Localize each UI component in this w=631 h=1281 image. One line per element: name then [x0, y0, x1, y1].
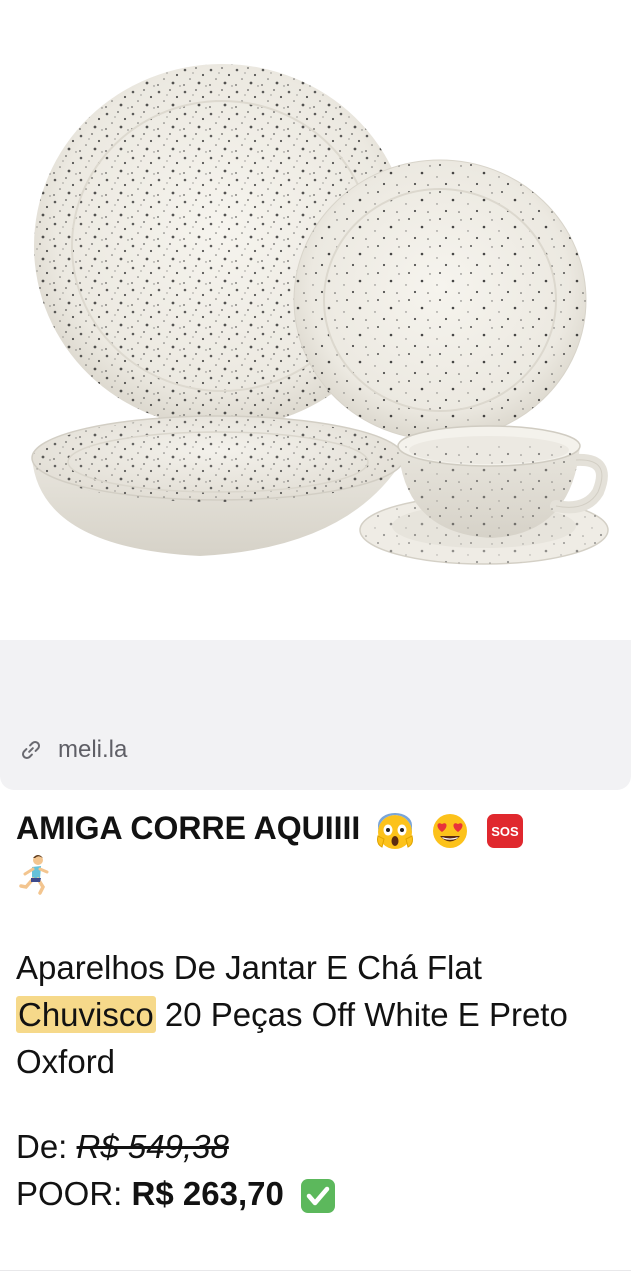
sos-label: SOS	[491, 824, 519, 839]
old-price-label: De:	[16, 1127, 77, 1165]
product-description: Aparelhos De Jantar E Chá Flat Chuvisco …	[16, 944, 616, 1085]
headline-text: AMIGA CORRE AQUIIII	[16, 810, 361, 846]
description-part-1: Aparelhos De Jantar E Chá Flat	[16, 948, 482, 986]
message-body: AMIGA CORRE AQUIIII SOS Aparelhos De Jan…	[16, 806, 616, 1217]
dinnerware-set-image	[31, 64, 609, 565]
product-image[interactable]	[0, 0, 631, 640]
heart-eyes-emoji	[430, 811, 470, 851]
bottom-edge	[0, 1270, 631, 1281]
search-highlight: Chuvisco	[16, 995, 156, 1033]
new-price-label: POOR:	[16, 1174, 132, 1212]
message-headline: AMIGA CORRE AQUIIII SOS	[16, 806, 616, 906]
old-price-line: De: R$ 549,38	[16, 1123, 616, 1170]
old-price: R$ 549,38	[76, 1127, 229, 1165]
link-icon	[20, 739, 42, 761]
new-price-line: POOR: R$ 263,70	[16, 1170, 616, 1217]
new-price: R$ 263,70	[131, 1174, 284, 1212]
running-woman-emoji	[16, 853, 616, 906]
link-domain[interactable]: meli.la	[58, 736, 127, 764]
scream-emoji	[375, 811, 415, 851]
link-row[interactable]: meli.la	[20, 736, 127, 764]
check-mark-emoji	[299, 1177, 337, 1215]
sos-emoji: SOS	[485, 811, 525, 851]
link-preview[interactable]: meli.la	[0, 640, 631, 790]
